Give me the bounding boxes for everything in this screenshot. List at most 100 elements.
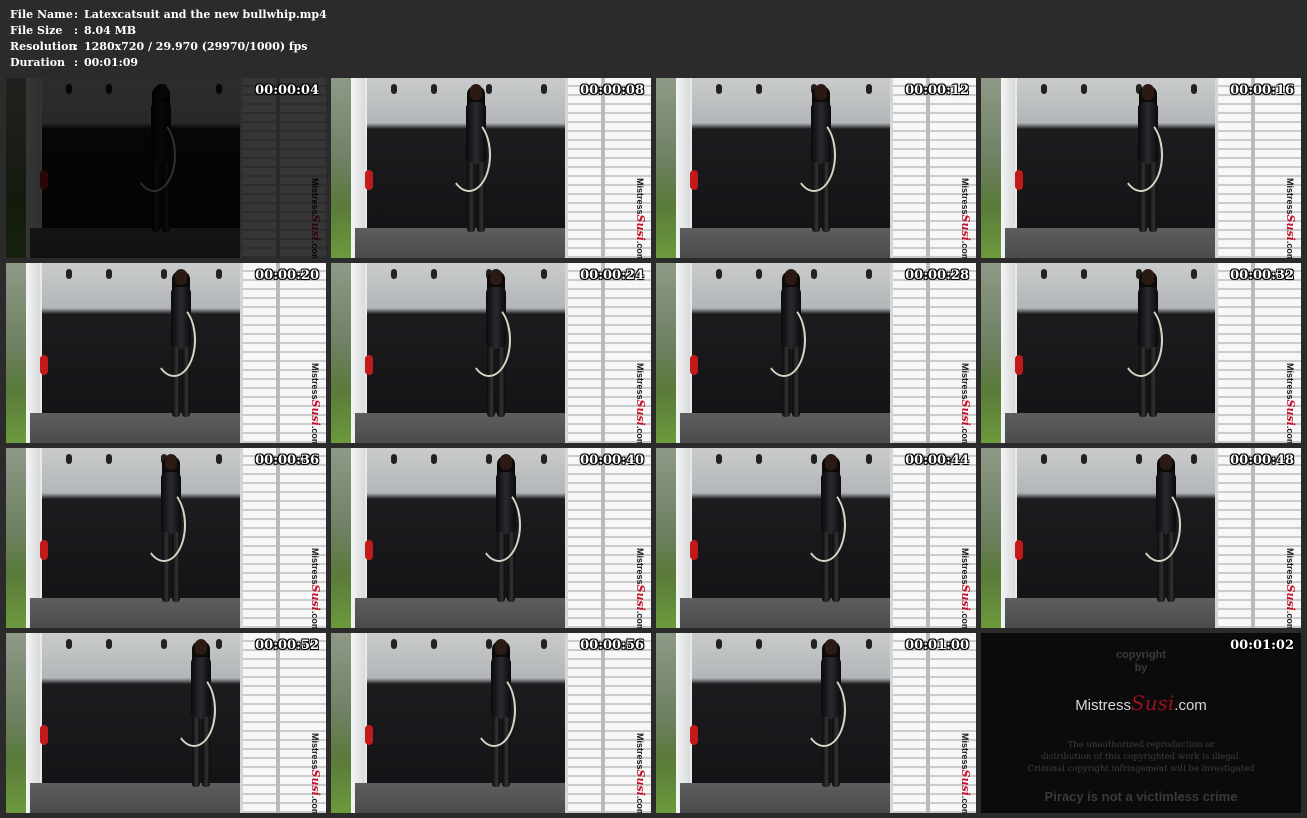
trailer-floor [30,413,250,443]
trailer-interior [1017,448,1217,598]
door-seam [276,448,280,628]
door-seam [601,78,605,258]
trailer-interior [692,633,892,783]
watermark-suffix: .com [960,610,970,628]
hook-icon [106,269,112,279]
watermark-prefix: Mistress [960,178,970,215]
site-watermark: MistressSusi.com [309,548,322,628]
timestamp: 00:00:44 [905,453,969,468]
site-watermark: MistressSusi.com [309,363,322,443]
timestamp: 00:00:12 [905,83,969,98]
trailer-floor [355,598,575,628]
hook-icon [541,84,547,94]
watermark-suffix: .com [960,240,970,258]
bullwhip [1137,488,1181,562]
piracy-warning: Piracy is not a victimless crime [1044,789,1238,804]
tail-light [690,170,698,190]
hook-icon [161,639,167,649]
fade-in-overlay [6,78,326,258]
site-watermark: MistressSusi.com [1284,363,1297,443]
hook-icon [391,454,397,464]
watermark-suffix: .com [310,610,320,628]
watermark-prefix: Mistress [1285,548,1295,585]
trailer-interior [1017,78,1217,228]
separator: : [74,56,79,69]
watermark-accent: Susi [634,584,647,611]
figure-head [490,269,502,285]
watermark-prefix: Mistress [635,363,645,400]
trailer-hooks [716,84,886,100]
trailer-interior [1017,263,1217,413]
file-name-value: Latexcatsuit and the new bullwhip.mp4 [84,8,327,21]
timestamp: 00:00:04 [255,83,319,98]
hook-icon [431,639,437,649]
site-watermark: MistressSusi.com [634,733,647,813]
trailer-floor [1005,228,1225,258]
watermark-suffix: .com [1285,610,1295,628]
door-seam [1251,263,1255,443]
tail-light [365,170,373,190]
bullwhip [802,673,846,747]
watermark-suffix: .com [960,795,970,813]
door-seam [926,78,930,258]
timestamp: 00:00:32 [1230,268,1294,283]
resolution-row: Resolution : 1280x720 / 29.970 (29970/10… [10,39,327,55]
file-size-row: File Size : 8.04 MB [10,23,327,39]
video-thumbnail: MistressSusi.com 00:00:12 [656,78,976,258]
copyright-brand-logo: MistressSusi.com [981,691,1301,715]
hook-icon [1191,454,1197,464]
watermark-prefix: Mistress [960,733,970,770]
trailer-floor [355,413,575,443]
trailer-interior [692,448,892,598]
figure-head [195,639,207,655]
tail-light [1015,540,1023,560]
door-seam [601,263,605,443]
figure-head [1160,454,1172,470]
notice-line: distribution of this copyrighted work is… [1040,752,1242,762]
bullwhip [447,118,491,192]
video-thumbnail: MistressSusi.com 00:00:36 [6,448,326,628]
timestamp: 00:00:16 [1230,83,1294,98]
watermark-suffix: .com [635,795,645,813]
watermark-suffix: .com [635,240,645,258]
resolution-value: 1280x720 / 29.970 (29970/1000) fps [84,40,308,53]
file-size-label: File Size [10,24,63,37]
timestamp: 00:00:40 [580,453,644,468]
trailer-hooks [1041,84,1211,100]
hook-icon [541,639,547,649]
watermark-accent: Susi [1284,214,1297,241]
hook-icon [216,269,222,279]
hook-icon [541,269,547,279]
trailer-interior [367,633,567,783]
watermark-prefix: Mistress [1285,178,1295,215]
notice-line: The unauthorized reproduction or [1067,740,1215,750]
tail-light [365,540,373,560]
hook-icon [716,84,722,94]
hook-icon [756,84,762,94]
site-watermark: MistressSusi.com [1284,548,1297,628]
bullwhip [802,488,846,562]
hook-icon [216,639,222,649]
thumbnail-grid: MistressSusi.com 00:00:04 [6,78,1301,813]
hook-icon [1081,269,1087,279]
door-seam [926,448,930,628]
video-thumbnail: MistressSusi.com 00:00:24 [331,263,651,443]
trailer-floor [355,783,575,813]
video-thumbnail: MistressSusi.com 00:00:04 [6,78,326,258]
door-seam [926,263,930,443]
tail-light [690,540,698,560]
site-watermark: MistressSusi.com [1284,178,1297,258]
separator: : [74,8,79,21]
watermark-prefix: Mistress [635,733,645,770]
hook-icon [866,454,872,464]
video-thumbnail: MistressSusi.com 00:00:20 [6,263,326,443]
hook-icon [106,454,112,464]
figure-head [165,454,177,470]
separator: : [74,24,79,37]
hook-icon [866,639,872,649]
bullwhip [1119,303,1163,377]
video-thumbnail: MistressSusi.com 00:01:00 [656,633,976,813]
hook-icon [66,269,72,279]
hook-icon [1136,454,1142,464]
watermark-accent: Susi [309,584,322,611]
